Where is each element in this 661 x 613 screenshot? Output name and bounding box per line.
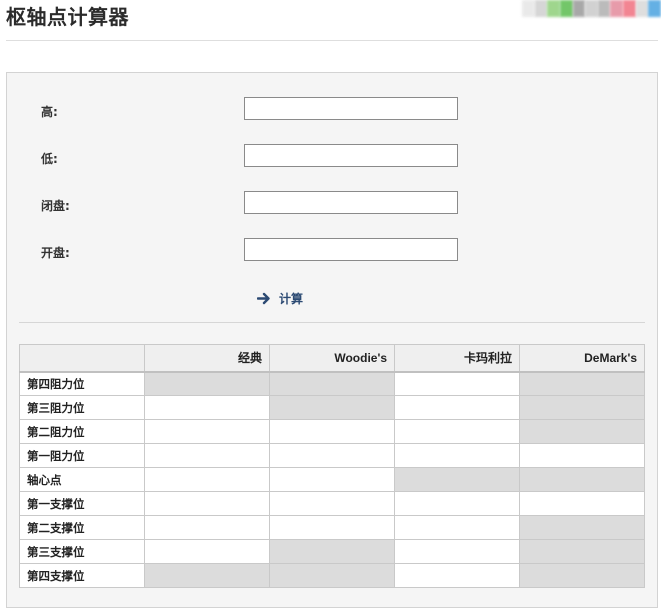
row-label: 第三阻力位	[19, 395, 145, 420]
high-label: 高:	[41, 105, 58, 119]
row-label: 第二阻力位	[19, 419, 145, 444]
share-icon[interactable]	[534, 0, 548, 17]
calculate-label: 计算	[279, 292, 304, 306]
result-cell-unavailable	[269, 371, 395, 396]
calculator-panel: 高: 低: 闭盘: 开盘: 计算 经典 Woodie's 卡玛利拉 DeMark…	[6, 72, 658, 608]
open-input[interactable]	[244, 238, 458, 261]
share-icon[interactable]	[547, 0, 560, 17]
result-cell-unavailable	[269, 539, 395, 564]
result-cell	[144, 491, 270, 516]
title-divider	[6, 40, 658, 41]
result-cell-unavailable	[519, 539, 645, 564]
result-cell-unavailable	[269, 395, 395, 420]
page-title: 枢轴点计算器	[6, 5, 129, 29]
result-cell	[144, 443, 270, 468]
share-icon[interactable]	[572, 0, 586, 17]
close-label: 闭盘:	[41, 199, 70, 213]
result-cell-unavailable	[519, 467, 645, 492]
share-icon[interactable]	[635, 0, 649, 17]
share-icon[interactable]	[559, 0, 573, 17]
result-cell	[269, 443, 395, 468]
table-row: 第三阻力位	[19, 395, 645, 420]
share-icon[interactable]	[648, 0, 661, 17]
result-cell	[394, 491, 520, 516]
header-woodies: Woodie's	[269, 344, 395, 373]
result-cell	[394, 371, 520, 396]
share-icon[interactable]	[623, 0, 636, 17]
row-label: 第一支撑位	[19, 491, 145, 516]
header-camarilla: 卡玛利拉	[394, 344, 520, 373]
result-cell	[519, 443, 645, 468]
share-icon[interactable]	[522, 0, 535, 17]
row-label: 第一阻力位	[19, 443, 145, 468]
calculate-button[interactable]: 计算	[257, 290, 303, 307]
social-share-icons[interactable]	[522, 0, 661, 17]
table-row: 第一阻力位	[19, 443, 645, 468]
result-cell	[144, 395, 270, 420]
pivot-results-table: 经典 Woodie's 卡玛利拉 DeMark's 第四阻力位 第三阻力位 第二阻力…	[19, 344, 645, 588]
result-cell-unavailable	[144, 563, 270, 588]
result-cell	[269, 515, 395, 540]
header-empty	[19, 344, 145, 373]
low-input[interactable]	[244, 144, 458, 167]
row-label: 第四阻力位	[19, 371, 145, 396]
result-cell	[269, 491, 395, 516]
result-cell-unavailable	[519, 419, 645, 444]
table-row: 轴心点	[19, 467, 645, 492]
result-cell	[394, 563, 520, 588]
result-cell-unavailable	[394, 467, 520, 492]
result-cell	[144, 419, 270, 444]
low-label: 低:	[41, 152, 58, 166]
result-cell	[144, 539, 270, 564]
open-label: 开盘:	[41, 246, 70, 260]
result-cell	[394, 419, 520, 444]
result-cell-unavailable	[144, 371, 270, 396]
table-row: 第二支撑位	[19, 515, 645, 540]
result-cell	[144, 467, 270, 492]
header-classic: 经典	[144, 344, 270, 373]
table-row: 第二阻力位	[19, 419, 645, 444]
table-header-row: 经典 Woodie's 卡玛利拉 DeMark's	[19, 344, 645, 373]
table-row: 第四阻力位	[19, 371, 645, 396]
panel-divider	[19, 322, 645, 323]
result-cell	[519, 491, 645, 516]
result-cell-unavailable	[519, 563, 645, 588]
result-cell	[394, 515, 520, 540]
row-label: 第三支撑位	[19, 539, 145, 564]
result-cell	[394, 539, 520, 564]
row-label: 轴心点	[19, 467, 145, 492]
result-cell	[144, 515, 270, 540]
close-input[interactable]	[244, 191, 458, 214]
row-label: 第四支撑位	[19, 563, 145, 588]
result-cell	[394, 395, 520, 420]
arrow-right-icon	[257, 292, 271, 305]
header-demarks: DeMark's	[519, 344, 645, 373]
table-row: 第三支撑位	[19, 539, 645, 564]
share-icon[interactable]	[585, 0, 598, 17]
share-icon[interactable]	[597, 0, 611, 17]
result-cell-unavailable	[519, 395, 645, 420]
result-cell	[269, 467, 395, 492]
result-cell	[269, 419, 395, 444]
high-input[interactable]	[244, 97, 458, 120]
result-cell	[394, 443, 520, 468]
result-cell-unavailable	[519, 371, 645, 396]
table-row: 第四支撑位	[19, 563, 645, 588]
table-row: 第一支撑位	[19, 491, 645, 516]
result-cell-unavailable	[269, 563, 395, 588]
row-label: 第二支撑位	[19, 515, 145, 540]
result-cell-unavailable	[519, 515, 645, 540]
share-icon[interactable]	[610, 0, 624, 17]
